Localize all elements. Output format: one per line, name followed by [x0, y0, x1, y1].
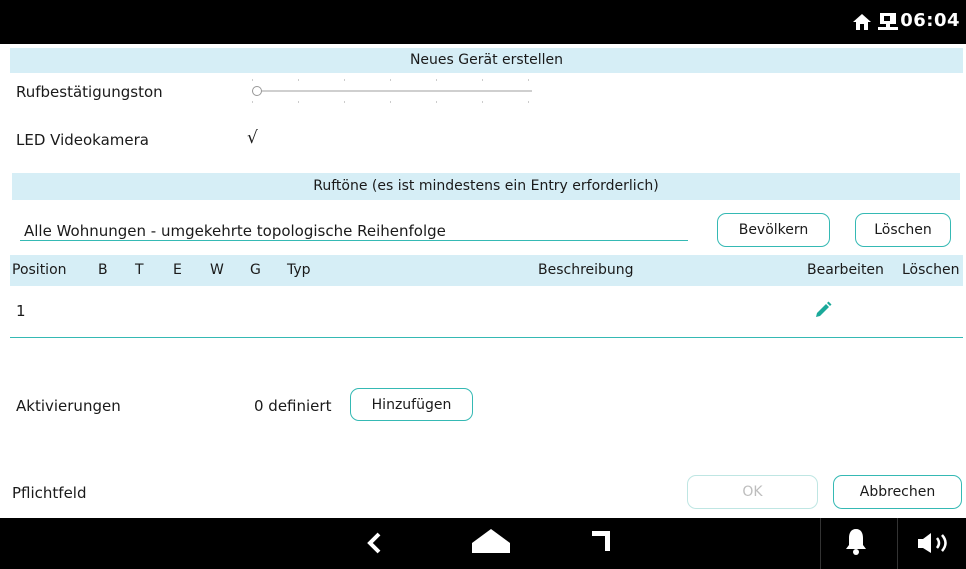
slider-thumb[interactable] — [252, 86, 262, 96]
add-button[interactable]: Hinzufügen — [350, 388, 473, 421]
page-title-bar: Neues Gerät erstellen — [10, 48, 963, 73]
aktivierungen-label: Aktivierungen — [16, 397, 121, 415]
volume-icon[interactable] — [917, 531, 957, 555]
pencil-icon[interactable] — [814, 301, 832, 319]
col-loeschen: Löschen — [902, 262, 960, 278]
row-position: 1 — [16, 302, 26, 320]
ruftoene-select[interactable]: Alle Wohnungen - umgekehrte topologische… — [24, 222, 446, 240]
ok-button[interactable]: OK — [687, 475, 818, 509]
col-typ: Typ — [287, 262, 311, 278]
table-row: 1 — [10, 288, 963, 338]
col-w: W — [210, 262, 224, 278]
select-underline — [20, 240, 688, 241]
led-checkbox[interactable]: √ — [247, 128, 265, 148]
back-icon[interactable] — [366, 532, 384, 554]
home-status-icon — [853, 14, 871, 30]
table-header: Position B T E W G Typ Beschreibung Bear… — [10, 255, 963, 286]
ruf-label: Rufbestätigungston — [16, 83, 163, 101]
aktivierungen-count: 0 definiert — [254, 397, 332, 415]
slider-ticks-bottom — [252, 101, 532, 103]
status-bar — [0, 0, 966, 44]
delete-all-button[interactable]: Löschen — [855, 213, 951, 247]
populate-button[interactable]: Bevölkern — [717, 213, 830, 247]
col-g: G — [250, 262, 261, 278]
ruftoene-title: Ruftöne (es ist mindestens ein Entry erf… — [313, 178, 659, 194]
col-b: B — [98, 262, 108, 278]
cancel-button[interactable]: Abbrechen — [833, 475, 962, 509]
ruftoene-section-header: Ruftöne (es ist mindestens ein Entry erf… — [12, 173, 960, 200]
network-icon — [878, 13, 898, 30]
col-e: E — [173, 262, 182, 278]
required-label: Pflichtfeld — [12, 484, 87, 502]
col-bearbeiten: Bearbeiten — [807, 262, 884, 278]
page-title: Neues Gerät erstellen — [409, 52, 564, 68]
recents-icon[interactable] — [590, 529, 612, 553]
nav-separator — [820, 518, 821, 569]
led-label: LED Videokamera — [16, 131, 149, 149]
nav-separator — [897, 518, 898, 569]
ruf-slider[interactable] — [252, 79, 534, 103]
slider-ticks-top — [252, 79, 532, 81]
col-position: Position — [12, 262, 67, 278]
bell-icon[interactable] — [845, 527, 867, 555]
status-time: 06:04 — [900, 10, 960, 31]
slider-track — [252, 90, 532, 92]
row-divider — [10, 337, 963, 338]
home-icon[interactable] — [470, 527, 512, 555]
col-t: T — [135, 262, 144, 278]
col-beschreibung: Beschreibung — [538, 262, 634, 278]
